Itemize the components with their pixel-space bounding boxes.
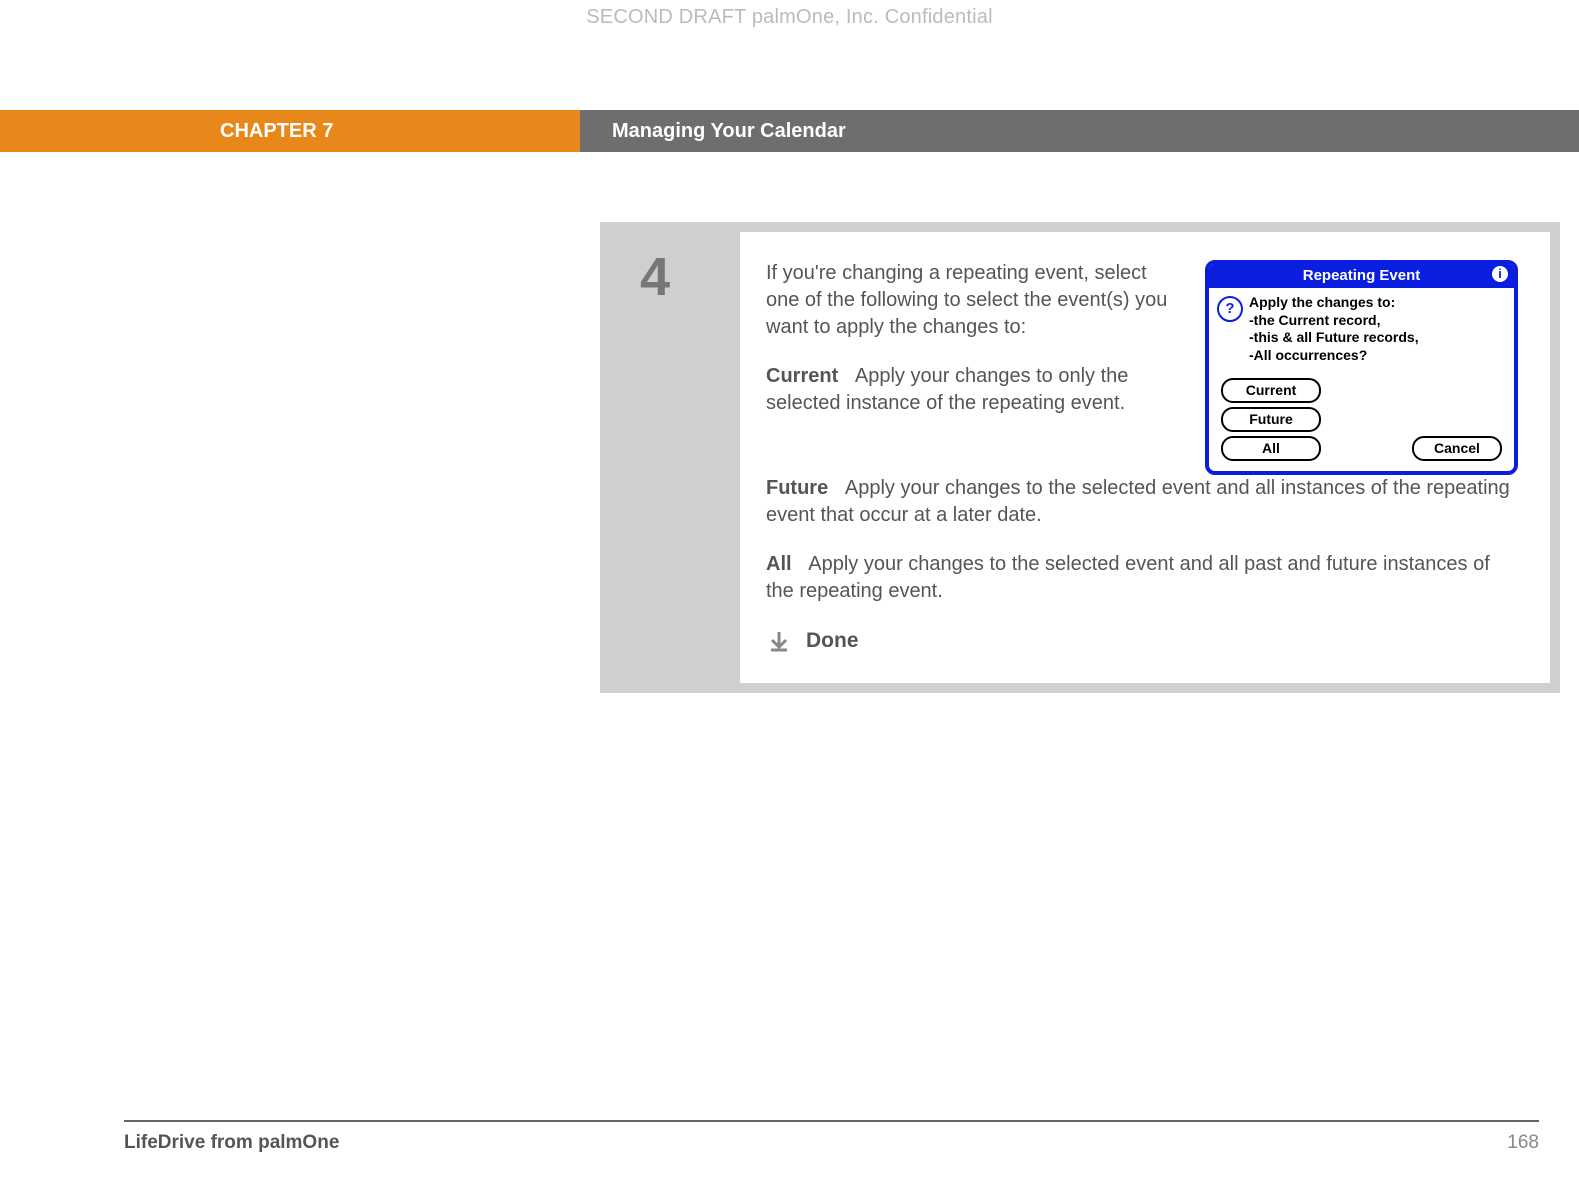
dialog-title: Repeating Event: [1303, 266, 1421, 286]
dialog-msg-line3: -this & all Future records,: [1249, 329, 1419, 347]
option-future-label: Future: [766, 477, 828, 499]
done-indicator: Done: [766, 627, 1518, 655]
info-icon[interactable]: i: [1492, 266, 1508, 282]
option-future-text: Apply your changes to the selected event…: [766, 477, 1510, 526]
dialog-msg-line4: -All occurrences?: [1249, 347, 1419, 365]
chapter-title: Managing Your Calendar: [580, 110, 1579, 152]
done-label: Done: [806, 627, 859, 655]
page: SECOND DRAFT palmOne, Inc. Confidential …: [0, 0, 1579, 1178]
down-arrow-icon: [766, 628, 792, 654]
dialog-message: Apply the changes to: -the Current recor…: [1249, 294, 1419, 364]
question-icon: ?: [1217, 296, 1243, 322]
step-number: 4: [610, 232, 740, 683]
dialog-future-button[interactable]: Future: [1221, 407, 1321, 432]
step-intro-text: If you're changing a repeating event, se…: [766, 260, 1177, 341]
option-all: All Apply your changes to the selected e…: [766, 551, 1518, 605]
step-body: If you're changing a repeating event, se…: [740, 232, 1550, 683]
option-all-text: Apply your changes to the selected event…: [766, 553, 1490, 602]
page-footer: LifeDrive from palmOne 168: [124, 1132, 1539, 1154]
confidential-watermark: SECOND DRAFT palmOne, Inc. Confidential: [0, 6, 1579, 29]
dialog-current-button[interactable]: Current: [1221, 378, 1321, 403]
chapter-label: CHAPTER 7: [0, 110, 580, 152]
chapter-header: CHAPTER 7 Managing Your Calendar: [0, 110, 1579, 152]
repeating-event-dialog: Repeating Event i ? Apply the changes to…: [1205, 260, 1518, 475]
option-future: Future Apply your changes to the selecte…: [766, 475, 1518, 529]
footer-product-name: LifeDrive from palmOne: [124, 1132, 339, 1154]
dialog-msg-line1: Apply the changes to:: [1249, 294, 1419, 312]
option-all-label: All: [766, 553, 792, 575]
dialog-cancel-button[interactable]: Cancel: [1412, 436, 1502, 461]
footer-rule: [124, 1120, 1539, 1122]
dialog-msg-line2: -the Current record,: [1249, 312, 1419, 330]
dialog-titlebar: Repeating Event i: [1209, 264, 1514, 288]
page-number: 168: [1507, 1132, 1539, 1154]
dialog-all-button[interactable]: All: [1221, 436, 1321, 461]
option-current: Current Apply your changes to only the s…: [766, 363, 1177, 417]
step-container: 4 If you're changing a repeating event, …: [600, 222, 1560, 693]
option-current-label: Current: [766, 365, 838, 387]
